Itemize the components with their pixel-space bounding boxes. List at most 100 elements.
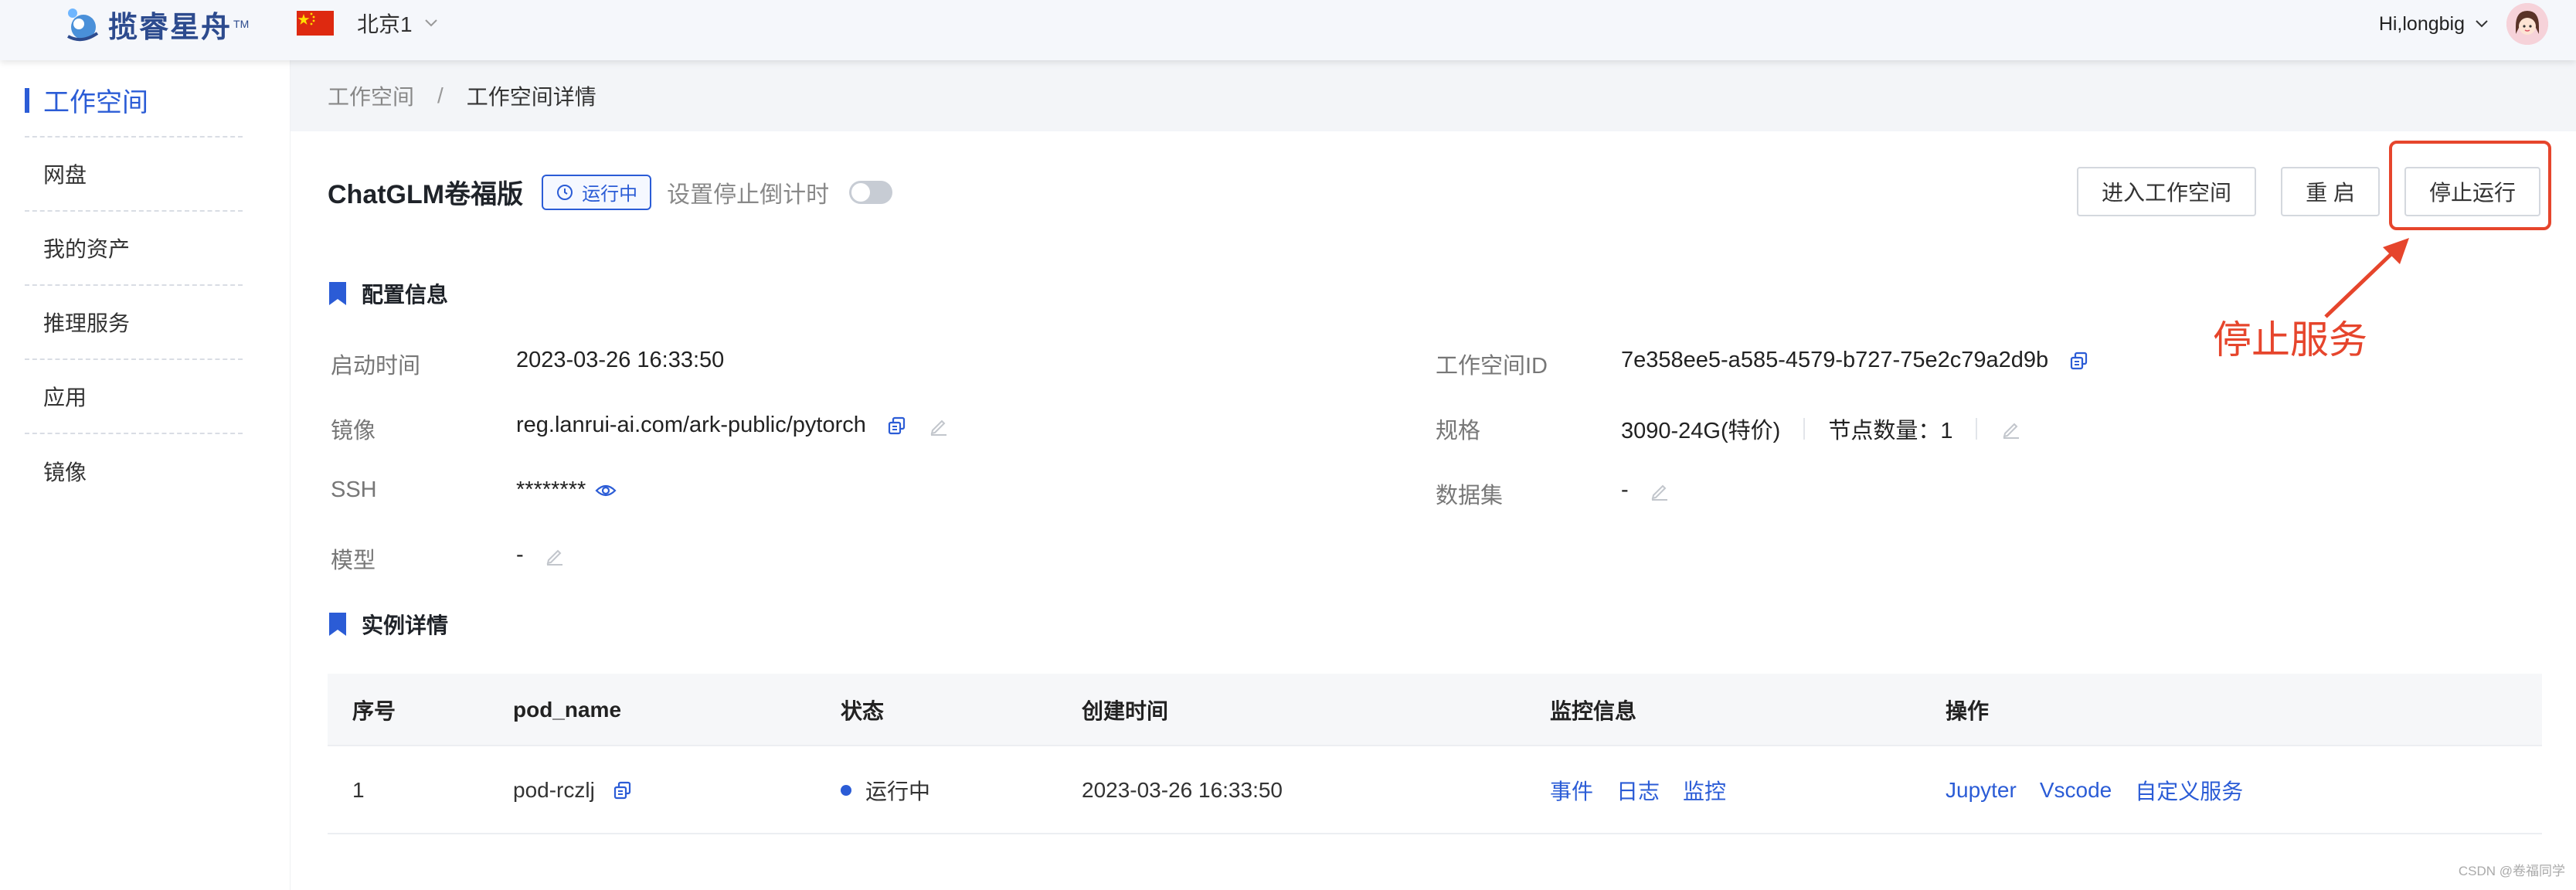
dataset-text: - bbox=[1621, 477, 1629, 502]
table-row: 1 pod-rczlj 运行中 2023-03-26 16:33:50 事件 日… bbox=[328, 746, 2542, 834]
dataset-value: - bbox=[1621, 477, 1670, 503]
divider bbox=[1976, 418, 1978, 440]
action-links-cell: Jupyter Vscode 自定义服务 bbox=[1946, 746, 2266, 834]
image-value: reg.lanrui-ai.com/ark-public/pytorch bbox=[516, 413, 950, 438]
breadcrumb-current: 工作空间详情 bbox=[466, 85, 596, 109]
ssh-password-text: ******** bbox=[516, 477, 586, 502]
column-header: 序号 bbox=[352, 699, 396, 723]
user-menu[interactable]: Hi,longbig bbox=[2379, 3, 2548, 45]
sidebar-item-apps[interactable]: 应用 bbox=[25, 360, 243, 434]
user-greeting: Hi,longbig bbox=[2378, 12, 2465, 35]
row-index: 1 bbox=[352, 778, 365, 802]
custom-service-link[interactable]: 自定义服务 bbox=[2135, 775, 2243, 806]
sidebar: 工作空间 网盘 我的资产 推理服务 应用 镜像 bbox=[0, 60, 291, 890]
eye-icon[interactable] bbox=[595, 480, 617, 501]
sidebar-item-cloud-disk[interactable]: 网盘 bbox=[25, 138, 243, 212]
breadcrumb-separator: / bbox=[437, 83, 443, 107]
events-link[interactable]: 事件 bbox=[1550, 775, 1593, 806]
sidebar-item-images[interactable]: 镜像 bbox=[25, 434, 243, 508]
start-time-label: 启动时间 bbox=[331, 354, 421, 379]
highlight-box bbox=[2389, 141, 2551, 230]
start-time-value: 2023-03-26 16:33:50 bbox=[516, 348, 724, 373]
sidebar-item-label: 应用 bbox=[43, 386, 87, 409]
logs-link[interactable]: 日志 bbox=[1616, 775, 1660, 806]
spec-label: 规格 bbox=[1436, 419, 1481, 443]
instances-section-heading: 实例详情 bbox=[329, 609, 448, 640]
image-text: reg.lanrui-ai.com/ark-public/pytorch bbox=[516, 413, 866, 437]
sidebar-item-my-assets[interactable]: 我的资产 bbox=[25, 212, 243, 286]
breadcrumb: 工作空间 / 工作空间详情 bbox=[291, 60, 2576, 131]
copy-icon[interactable] bbox=[612, 780, 634, 801]
sidebar-item-label: 我的资产 bbox=[43, 237, 131, 261]
brand-logo[interactable]: 揽睿星舟 TM bbox=[62, 5, 250, 44]
sidebar-item-label: 工作空间 bbox=[43, 87, 148, 117]
model-text: - bbox=[516, 542, 524, 567]
logo-text: 揽睿星舟 bbox=[108, 11, 233, 44]
column-header: 创建时间 bbox=[1082, 699, 1169, 723]
china-flag-icon bbox=[297, 11, 334, 36]
avatar[interactable] bbox=[2506, 3, 2548, 45]
chevron-down-icon bbox=[2476, 20, 2488, 28]
vscode-link[interactable]: Vscode bbox=[2040, 778, 2112, 803]
workspace-id-value: 7e358ee5-a585-4579-b727-75e2c79a2d9b bbox=[1621, 348, 2090, 373]
workspace-id-label: 工作空间ID bbox=[1436, 354, 1548, 379]
ssh-value: ******** bbox=[516, 477, 617, 503]
restart-button[interactable]: 重 启 bbox=[2281, 167, 2380, 216]
edit-icon[interactable] bbox=[1649, 480, 1670, 501]
logo-trademark: TM bbox=[233, 18, 250, 30]
sidebar-item-label: 网盘 bbox=[43, 163, 87, 187]
column-header: 状态 bbox=[841, 699, 885, 723]
spec-value: 3090-24G(特价) 节点数量：1 bbox=[1621, 413, 2022, 445]
status-text: 运行中 bbox=[865, 780, 931, 803]
monitor-link[interactable]: 监控 bbox=[1683, 775, 1726, 806]
edit-icon[interactable] bbox=[2000, 418, 2022, 440]
active-indicator bbox=[25, 88, 29, 113]
top-bar: 揽睿星舟 TM 北京1 Hi,longbig bbox=[0, 0, 2576, 60]
toggle-knob bbox=[851, 182, 871, 202]
column-header: 操作 bbox=[1946, 699, 1990, 723]
sidebar-item-label: 镜像 bbox=[43, 460, 87, 484]
column-header: 监控信息 bbox=[1550, 699, 1637, 723]
workspace-id-text: 7e358ee5-a585-4579-b727-75e2c79a2d9b bbox=[1621, 348, 2049, 372]
status-cell: 运行中 bbox=[841, 746, 930, 834]
divider bbox=[1803, 418, 1806, 440]
jupyter-link[interactable]: Jupyter bbox=[1946, 778, 2017, 803]
start-time-text: 2023-03-26 16:33:50 bbox=[516, 348, 725, 372]
copy-icon[interactable] bbox=[2068, 350, 2090, 372]
breadcrumb-parent-link[interactable]: 工作空间 bbox=[328, 80, 414, 111]
logo-icon bbox=[67, 8, 99, 42]
ssh-label: SSH bbox=[331, 477, 377, 502]
sidebar-item-label: 推理服务 bbox=[43, 311, 131, 335]
countdown-toggle[interactable] bbox=[849, 180, 893, 204]
edit-icon[interactable] bbox=[544, 545, 566, 566]
section-title: 配置信息 bbox=[362, 283, 449, 307]
watermark: CSDN @卷福同学 bbox=[2458, 864, 2565, 878]
copy-icon[interactable] bbox=[886, 415, 908, 437]
region-selector[interactable]: 北京1 bbox=[357, 8, 439, 39]
enter-workspace-button[interactable]: 进入工作空间 bbox=[2077, 167, 2256, 216]
bookmark-icon bbox=[329, 282, 346, 305]
node-count-text: 节点数量：1 bbox=[1828, 419, 1953, 443]
model-label: 模型 bbox=[331, 549, 376, 573]
status-label: 运行中 bbox=[582, 184, 638, 205]
created-time-cell: 2023-03-26 16:33:50 bbox=[1082, 778, 1283, 802]
sidebar-item-workspace[interactable]: 工作空间 bbox=[25, 63, 243, 138]
sidebar-item-inference-service[interactable]: 推理服务 bbox=[25, 286, 243, 360]
page-title: ChatGLM卷福版 bbox=[328, 180, 524, 209]
monitor-links-cell: 事件 日志 监控 bbox=[1550, 746, 1749, 834]
status-dot bbox=[841, 785, 851, 796]
countdown-label: 设置停止倒计时 bbox=[667, 182, 830, 208]
dataset-label: 数据集 bbox=[1436, 484, 1504, 508]
status-badge: 运行中 bbox=[542, 174, 652, 210]
pod-name-cell: pod-rczlj bbox=[513, 746, 634, 834]
instances-table: 序号 pod_name 状态 创建时间 监控信息 操作 1 pod-rczlj … bbox=[328, 674, 2542, 836]
edit-icon[interactable] bbox=[928, 415, 950, 437]
section-title: 实例详情 bbox=[362, 613, 449, 637]
model-value: - bbox=[516, 542, 566, 568]
config-section-heading: 配置信息 bbox=[329, 278, 448, 309]
column-header: pod_name bbox=[513, 698, 622, 722]
annotation-text: 停止服务 bbox=[2213, 318, 2367, 362]
region-label: 北京1 bbox=[357, 12, 413, 36]
chevron-down-icon bbox=[424, 19, 437, 27]
bookmark-icon bbox=[329, 613, 346, 636]
